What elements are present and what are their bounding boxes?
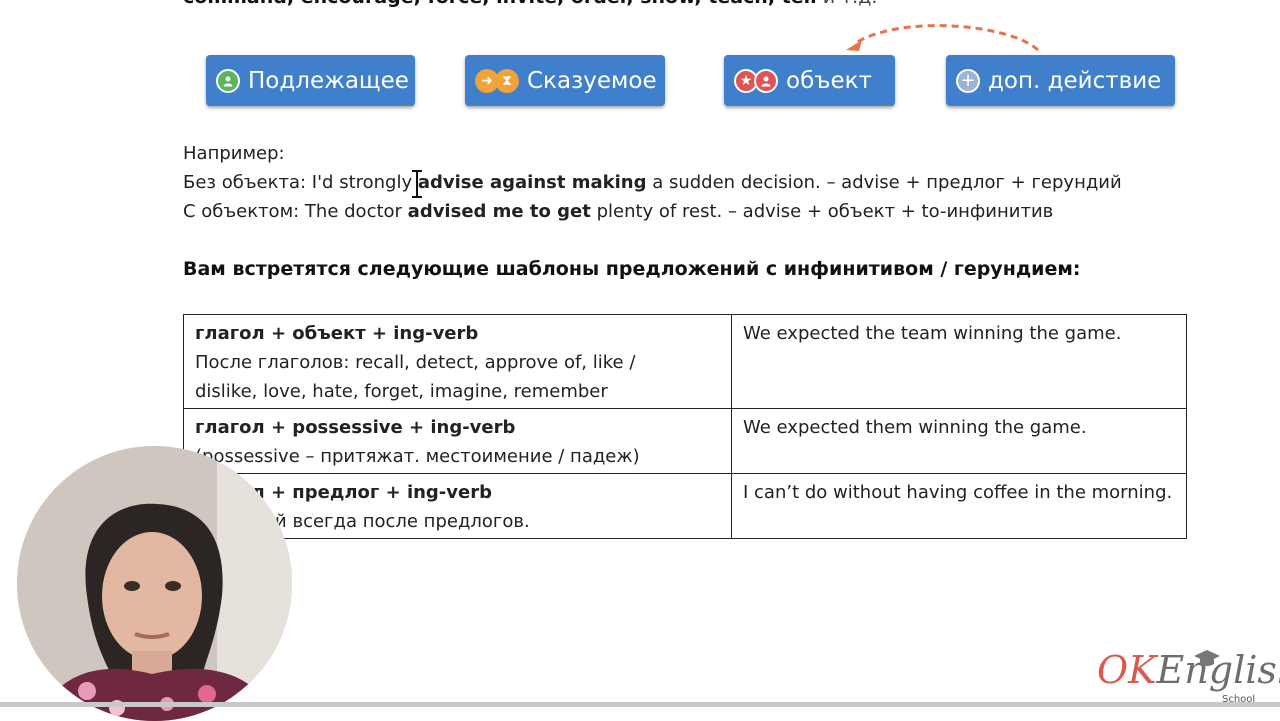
logo-ok: OK [1097,648,1157,692]
previous-line-rest: и т.д. [817,0,878,8]
star-person-icon: ★ [734,68,778,93]
pattern-title: глагол + объект + ing-verb [195,323,479,344]
subject-chip: Подлежащее [206,55,415,106]
pattern-title: глагол + предлог + ing-verb [195,482,492,503]
predicate-chip: ➜ ⧗ Сказуемое [465,55,665,106]
text-cursor-icon [412,170,422,198]
subject-chip-label: Подлежащее [248,67,409,94]
additional-action-chip: + доп. действие [946,55,1175,106]
example1-prefix: Без объекта: I'd strongly [183,172,418,193]
table-row: глагол + предлог + ing-verb Герундий все… [183,473,1187,539]
additional-action-chip-label: доп. действие [988,67,1162,94]
bottom-scrollbar[interactable] [0,702,1280,707]
previous-line-partial: command, encourage, force, invite, order… [183,0,877,8]
patterns-heading: Вам встретятся следующие шаблоны предлож… [183,258,1081,280]
example2-suffix: plenty of rest. – advise + объект + to-и… [590,201,1054,222]
pattern-title: глагол + possessive + ing-verb [195,417,516,438]
pattern-note: dislike, love, hate, forget, imagine, re… [195,381,608,402]
table-row: глагол + объект + ing-verb После глаголо… [183,314,1187,409]
example-cell: We expected them winning the game. [731,408,1187,474]
ok-english-logo: OKEnglish School [1097,648,1280,705]
previous-line-bold: command, encourage, force, invite, order… [183,0,817,8]
pattern-note: (possessive – притяжат. местоимение / па… [195,446,640,467]
table-row: глагол + possessive + ing-verb (possessi… [183,408,1187,474]
predicate-chip-label: Сказуемое [527,67,657,94]
patterns-table: глагол + объект + ing-verb После глаголо… [183,314,1187,539]
pattern-cell: глагол + объект + ing-verb После глаголо… [183,314,732,409]
graduation-cap-icon [1194,650,1220,666]
example-cell: I can’t do without having coffee in the … [731,473,1187,539]
action-hourglass-icon: ➜ ⧗ [475,68,519,93]
person-icon [216,68,240,93]
object-chip-label: объект [786,67,872,94]
examples-intro: Например: [183,143,285,164]
pattern-cell: глагол + possessive + ing-verb (possessi… [183,408,732,474]
example1-suffix: a sudden decision. – advise + предлог + … [646,172,1122,193]
presenter-webcam [17,446,292,721]
example-without-object: Без объекта: I'd strongly advise against… [183,172,1122,193]
presenter-image [17,446,292,721]
plus-circle-icon: + [956,68,980,93]
example2-bold: advised me to get [407,201,591,222]
example-with-object: С объектом: The doctor advised me to get… [183,201,1053,222]
object-chip: ★ объект [724,55,895,106]
pattern-note: После глаголов: recall, detect, approve … [195,352,636,373]
example1-bold: advise against making [417,172,647,193]
dashed-arrow [846,24,1040,52]
example-cell: We expected the team winning the game. [731,314,1187,409]
example2-prefix: С объектом: The doctor [183,201,408,222]
